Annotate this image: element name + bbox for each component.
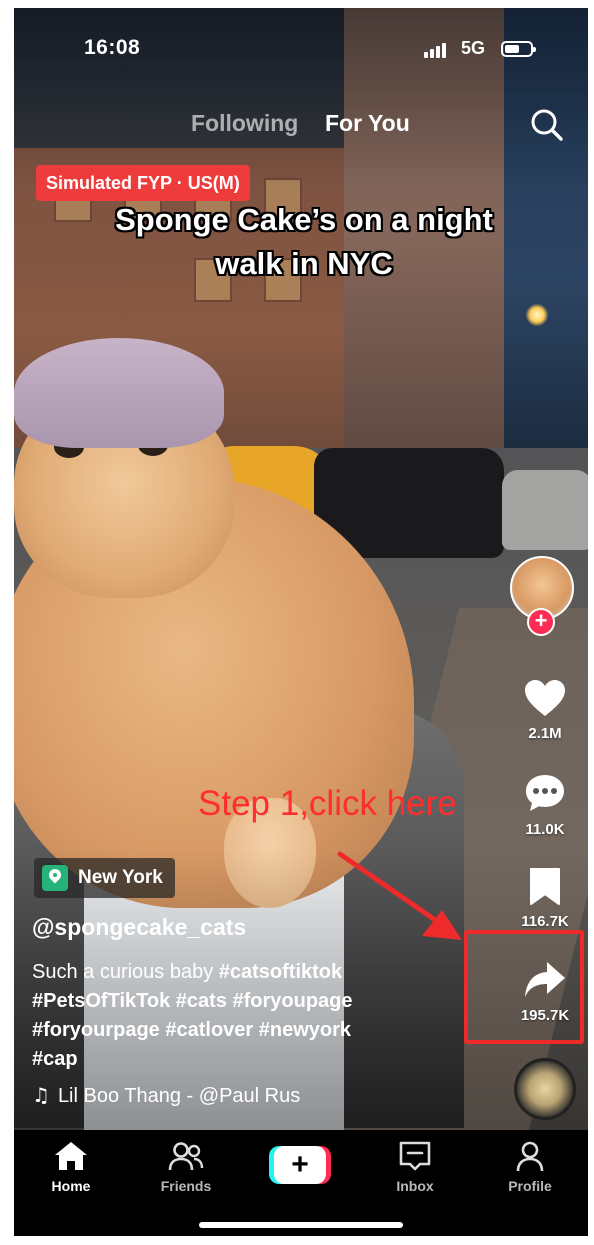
like-button[interactable]: 2.1M (510, 678, 580, 742)
follow-button[interactable]: + (527, 608, 555, 636)
music-disc-icon[interactable] (514, 1058, 576, 1120)
plus-icon: + (274, 1146, 326, 1184)
tab-following[interactable]: Following (191, 110, 298, 137)
tab-profile[interactable]: Profile (485, 1140, 575, 1194)
battery-icon (501, 41, 536, 57)
hashtag[interactable]: #foryourpage (32, 1019, 160, 1041)
network-type: 5G (461, 38, 486, 58)
phone-screen: 16:08 5G Following For You Simulated FYP… (14, 8, 588, 1236)
annotation-arrow-icon (337, 851, 462, 940)
like-count: 2.1M (528, 725, 562, 742)
bookmark-button[interactable]: 116.7K (510, 866, 580, 930)
tab-inbox-label: Inbox (396, 1178, 434, 1194)
comment-button[interactable]: 11.0K (510, 772, 580, 838)
tab-inbox[interactable]: Inbox (370, 1140, 460, 1194)
tab-home[interactable]: Home (26, 1140, 116, 1194)
bottom-tab-bar: Home Friends + Inbox Profile (14, 1130, 588, 1236)
status-bar: 16:08 5G (14, 8, 588, 78)
hashtag[interactable]: #catsoftiktok (219, 961, 342, 983)
comment-count: 11.0K (525, 821, 565, 838)
author-handle[interactable]: @spongecake_cats (32, 914, 246, 941)
region-badge: Simulated FYP · US(M) (36, 165, 250, 201)
home-icon (55, 1142, 87, 1170)
silver-car (502, 470, 588, 550)
profile-icon (516, 1141, 544, 1172)
cat-hat (14, 338, 224, 448)
search-icon[interactable] (530, 108, 564, 142)
location-tag[interactable]: New York (34, 858, 175, 898)
hashtag[interactable]: #cap (32, 1048, 78, 1070)
tab-home-label: Home (51, 1178, 91, 1194)
tab-for-you[interactable]: For You (325, 110, 410, 137)
hashtag[interactable]: #newyork (259, 1019, 351, 1041)
sound-link[interactable]: ♫ Lil Boo Thang - @Paul Rus (32, 1083, 300, 1108)
sound-label: Lil Boo Thang - @Paul Rus (57, 1085, 301, 1107)
annotation-highlight-box (464, 930, 584, 1044)
hashtag[interactable]: #cats (176, 990, 227, 1012)
tab-friends-label: Friends (160, 1178, 212, 1194)
bookmark-icon (530, 868, 560, 905)
friends-icon (168, 1142, 204, 1171)
tab-friends[interactable]: Friends (141, 1140, 231, 1194)
status-time: 16:08 (84, 36, 141, 59)
location-pin-icon (42, 865, 68, 891)
signal-icon (424, 42, 450, 58)
comment-icon (526, 775, 564, 811)
step-annotation-label: Step 1,click here (198, 784, 457, 823)
create-button[interactable]: + (269, 1146, 331, 1184)
video-overlay-title: Sponge Cake’s on a night walk in NYC (115, 202, 493, 281)
video-caption: Such a curious baby #catsoftiktok #PetsO… (32, 958, 432, 1074)
hashtag[interactable]: #PetsOfTikTok (32, 990, 170, 1012)
street-lamp (526, 304, 548, 326)
feed-tabs: Following For You (14, 110, 588, 150)
hashtag[interactable]: #catlover (165, 1019, 253, 1041)
inbox-icon (399, 1141, 431, 1171)
caption-text: Such a curious baby (32, 961, 219, 983)
home-indicator[interactable] (199, 1222, 403, 1228)
tab-profile-label: Profile (508, 1178, 552, 1194)
music-note-icon: ♫ (32, 1083, 50, 1107)
location-label: New York (78, 867, 163, 888)
hashtag[interactable]: #foryoupage (232, 990, 352, 1012)
heart-icon (525, 680, 565, 716)
bookmark-count: 116.7K (521, 913, 569, 930)
